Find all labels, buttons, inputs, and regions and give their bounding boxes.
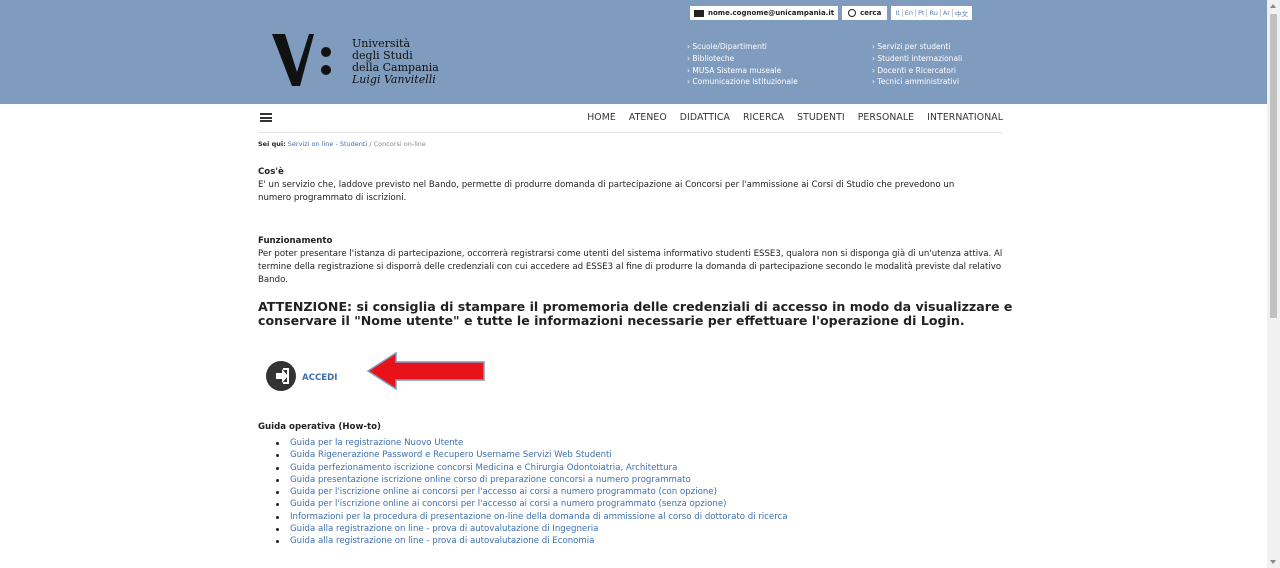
logo-v-mark-icon	[272, 34, 331, 86]
guide-list: Guida per la registrazione Nuovo Utente …	[274, 437, 788, 548]
nav-item-home[interactable]: HOME	[587, 112, 616, 123]
guide-link[interactable]: Guida per l'iscrizione online ai concors…	[274, 498, 788, 510]
lang-it[interactable]: It	[893, 9, 903, 17]
header-link[interactable]: Studenti internazionali	[872, 53, 962, 65]
guide-link[interactable]: Guida alla registrazione on line - prova…	[274, 523, 788, 535]
section-text: Per poter presentare l'istanza di partec…	[258, 249, 1003, 285]
guide-link[interactable]: Guida per l'iscrizione online ai concors…	[274, 486, 788, 498]
logo-text: Università degli Studi della Campania Lu…	[352, 38, 439, 86]
lang-en[interactable]: En	[903, 9, 917, 17]
header-link[interactable]: Scuole/Dipartimenti	[687, 41, 798, 53]
nav-item-ateneo[interactable]: ATENEO	[629, 112, 667, 123]
breadcrumb-prefix: Sei qui:	[258, 140, 286, 148]
email-text: nome.cognome@unicampania.it	[708, 9, 835, 17]
email-link[interactable]: nome.cognome@unicampania.it	[690, 6, 839, 20]
main-navigation: HOME ATENEO DIDATTICA RICERCA STUDENTI P…	[258, 104, 1003, 133]
header-links-col1: Scuole/Dipartimenti Biblioteche MUSA Sis…	[687, 41, 798, 88]
nav-item-ricerca[interactable]: RICERCA	[743, 112, 784, 123]
header-link[interactable]: Servizi per studenti	[872, 41, 962, 53]
guide-link[interactable]: Guida presentazione iscrizione online co…	[274, 474, 788, 486]
guide-link[interactable]: Guida per la registrazione Nuovo Utente	[274, 437, 788, 449]
header-link[interactable]: Docenti e Ricercatori	[872, 65, 962, 77]
funzionamento-section: Funzionamento Per poter presentare l'ist…	[258, 235, 1018, 287]
cose-section: Cos'è E' un servizio che, laddove previs…	[258, 166, 1018, 205]
guide-link[interactable]: Guida Rigenerazione Password e Recupero …	[274, 449, 788, 461]
scrollbar-thumb[interactable]	[1270, 14, 1277, 318]
header-link[interactable]: Tecnici amministrativi	[872, 76, 962, 88]
search-label: cerca	[860, 9, 882, 17]
lang-pt[interactable]: Pt	[916, 9, 928, 17]
breadcrumb-current: Concorsi on-line	[373, 140, 426, 148]
page: Università degli Studi della Campania Lu…	[0, 0, 1267, 568]
section-text: E' un servizio che, laddove previsto nel…	[258, 180, 955, 203]
scroll-up-icon[interactable]	[1270, 4, 1276, 8]
scroll-down-icon[interactable]	[1270, 560, 1276, 564]
breadcrumb-link[interactable]: Servizi on line - Studenti	[288, 140, 368, 148]
search-icon	[848, 9, 857, 17]
lang-zh[interactable]: 中文	[953, 8, 970, 18]
red-arrow-annotation	[366, 351, 485, 391]
section-heading: Cos'è	[258, 167, 284, 177]
mail-icon	[694, 9, 704, 17]
guide-heading: Guida operativa (How-to)	[258, 422, 381, 432]
header-link[interactable]: Comunicazione Istituzionale	[687, 76, 797, 88]
lang-ru[interactable]: Ru	[927, 9, 941, 17]
nav-item-international[interactable]: INTERNATIONAL	[927, 112, 1003, 123]
nav-item-studenti[interactable]: STUDENTI	[797, 112, 845, 123]
guide-link[interactable]: Informazioni per la procedura di present…	[274, 511, 788, 523]
guide-link[interactable]: Guida perfezionamento iscrizione concors…	[274, 462, 788, 474]
top-utility-bar: nome.cognome@unicampania.it cerca It En …	[690, 6, 972, 20]
section-heading: Funzionamento	[258, 236, 333, 246]
header-link[interactable]: Biblioteche	[687, 53, 798, 65]
attention-notice: ATTENZIONE: si consiglia di stampare il …	[258, 299, 1013, 328]
lang-ar[interactable]: Ar	[941, 9, 953, 17]
accedi-link[interactable]: ACCEDI	[302, 372, 337, 385]
nav-menu: HOME ATENEO DIDATTICA RICERCA STUDENTI P…	[574, 112, 1003, 123]
site-header: Università degli Studi della Campania Lu…	[0, 0, 1267, 104]
nav-item-didattica[interactable]: DIDATTICA	[680, 112, 730, 123]
logo-line: Luigi Vanvitelli	[352, 73, 436, 86]
breadcrumb: Sei qui: Servizi on line - Studenti / Co…	[258, 138, 426, 151]
search-button[interactable]: cerca	[842, 6, 888, 20]
hamburger-menu-icon[interactable]	[260, 113, 272, 122]
header-links-col2: Servizi per studenti Studenti internazio…	[872, 41, 962, 88]
breadcrumb-separator: /	[369, 140, 372, 148]
login-icon	[276, 368, 289, 384]
accedi-button[interactable]	[266, 361, 296, 391]
vertical-scrollbar[interactable]	[1267, 0, 1280, 568]
language-selector: It En Pt Ru Ar 中文	[891, 6, 972, 20]
guide-link[interactable]: Guida alla registrazione on line - prova…	[274, 535, 788, 547]
nav-item-personale[interactable]: PERSONALE	[858, 112, 914, 123]
header-link[interactable]: MUSA Sistema museale	[687, 65, 798, 77]
